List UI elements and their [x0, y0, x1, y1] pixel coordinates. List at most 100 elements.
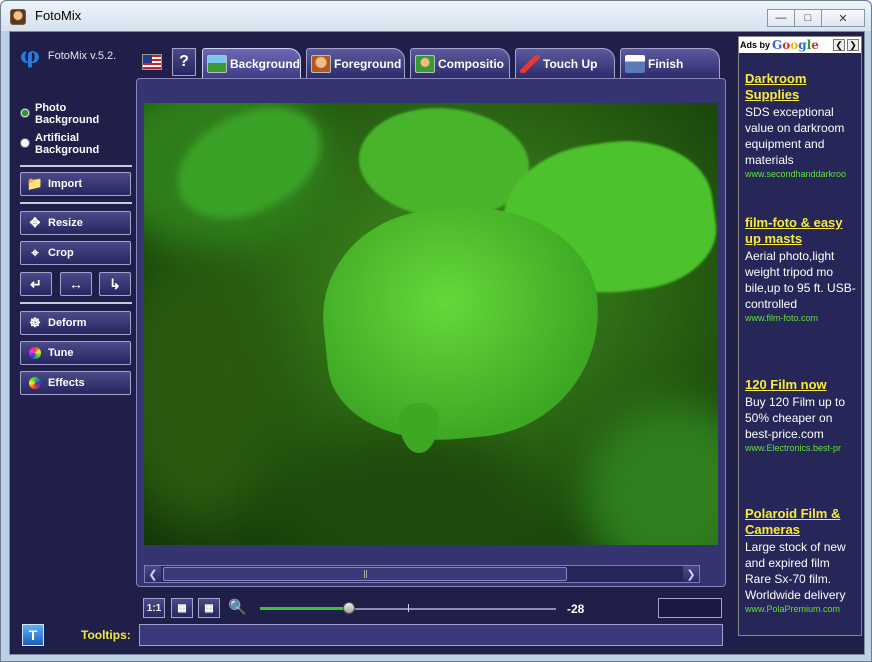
ad-title[interactable]: Polaroid Film & Cameras	[745, 506, 859, 538]
app-window: FotoMix — □ ✕ φ FotoMix v.5.2. ? Backgro…	[0, 0, 872, 662]
ad-description: Aerial photo,light weight tripod mo bile…	[745, 249, 856, 311]
grid-toggle-button[interactable]: ▦	[198, 598, 220, 618]
background-photo[interactable]	[144, 103, 718, 545]
radio-unselected[interactable]	[20, 138, 30, 148]
import-button[interactable]: 📁 Import	[20, 172, 131, 196]
tab-label: Background	[229, 56, 300, 71]
help-button[interactable]: ?	[172, 48, 196, 76]
divider	[20, 202, 132, 204]
divider	[20, 302, 132, 304]
ad-url[interactable]: www.secondhanddarkroo	[745, 168, 859, 180]
deform-button[interactable]: ☸ Deform	[20, 311, 131, 335]
rotate-left-icon: ↵	[30, 275, 42, 292]
zoom-value: -28	[567, 602, 585, 616]
ad-item[interactable]: Polaroid Film & Cameras Large stock of n…	[745, 506, 859, 615]
zoom-slider-fill	[260, 607, 349, 610]
zoom-preview-box	[658, 598, 722, 618]
ad-description: Large stock of new and expired film Rare…	[745, 540, 846, 602]
button-label: Tune	[48, 347, 74, 359]
maximize-button[interactable]: □	[794, 9, 822, 27]
ads-panel: Ads by Google ❮ ❯ Darkroom Supplies SDS e…	[738, 36, 862, 636]
close-button[interactable]: ✕	[821, 9, 865, 27]
ad-title[interactable]: 120 Film now	[745, 377, 859, 393]
us-flag-icon[interactable]	[142, 54, 162, 70]
folder-icon: 📁	[26, 176, 44, 191]
option-label: Artificial	[35, 132, 80, 144]
button-label: Import	[48, 178, 83, 190]
text-tool-button[interactable]: T	[22, 624, 44, 646]
zoom-slider-tick	[408, 604, 409, 612]
ads-header: Ads by Google ❮ ❯	[739, 37, 861, 53]
grip-icon	[364, 570, 367, 578]
option-label: Background	[35, 144, 100, 156]
google-logo[interactable]: Google	[772, 38, 819, 52]
artificial-background-option[interactable]: Artificial Background	[20, 132, 99, 156]
fotomix-logo-icon: φ	[20, 43, 40, 69]
scroll-left-icon[interactable]: ❮	[145, 566, 161, 582]
tab-label: Foreground	[334, 56, 402, 71]
crop-button[interactable]: ⌖ Crop	[20, 241, 131, 265]
grid-icon: ▦	[204, 602, 214, 614]
crop-icon: ⌖	[31, 245, 39, 260]
button-label: Deform	[48, 317, 87, 329]
flip-horizontal-button[interactable]: ↔	[60, 272, 92, 296]
client-area: φ FotoMix v.5.2. ? Background Foreground…	[9, 31, 865, 655]
tab-composition[interactable]: Compositio	[410, 48, 510, 78]
effects-icon	[26, 375, 44, 391]
fit-to-window-button[interactable]: ▦	[171, 598, 193, 618]
tab-foreground[interactable]: Foreground	[306, 48, 405, 78]
bokeh-blob	[144, 263, 284, 523]
actual-size-button[interactable]: 1:1	[143, 598, 165, 618]
option-label: Photo	[35, 102, 67, 114]
ad-url[interactable]: www.PolaPremium.com	[745, 603, 859, 615]
deform-icon: ☸	[29, 315, 41, 330]
ad-item[interactable]: Darkroom Supplies SDS exceptional value …	[745, 71, 859, 180]
tab-finish[interactable]: Finish	[620, 48, 720, 78]
ad-title[interactable]: Darkroom Supplies	[745, 71, 859, 103]
save-disk-icon	[625, 54, 645, 73]
ad-url[interactable]: www.Electronics.best-pr	[745, 442, 859, 454]
button-label: 1:1	[146, 602, 162, 614]
close-icon: ✕	[838, 12, 848, 25]
minimize-button[interactable]: —	[767, 9, 795, 27]
ad-item[interactable]: 120 Film now Buy 120 Film up to 50% chea…	[745, 377, 859, 454]
scroll-thumb[interactable]	[163, 567, 567, 581]
ad-description: SDS exceptional value on darkroom equipm…	[745, 105, 845, 167]
portrait-icon	[311, 54, 331, 73]
tooltips-label: Tooltips:	[81, 628, 131, 642]
button-label: Effects	[48, 377, 85, 389]
ads-next-icon[interactable]: ❯	[847, 39, 859, 51]
option-label: Background	[35, 114, 100, 126]
radio-selected[interactable]	[20, 108, 30, 118]
photo-background-option[interactable]: Photo Background	[20, 102, 99, 126]
maximize-icon: □	[804, 12, 812, 24]
resize-button[interactable]: ✥ Resize	[20, 211, 131, 235]
rotate-left-button[interactable]: ↵	[20, 272, 52, 296]
tab-background[interactable]: Background	[202, 48, 301, 78]
fit-window-icon: ▦	[177, 602, 187, 614]
ad-description: Buy 120 Film up to 50% cheaper on best-p…	[745, 395, 846, 441]
tab-touch-up[interactable]: Touch Up	[515, 48, 615, 78]
rotate-right-icon: ↳	[109, 275, 121, 292]
minimize-icon: —	[775, 12, 787, 24]
button-label: Resize	[48, 217, 83, 229]
title-bar: FotoMix — □ ✕	[1, 1, 871, 31]
ad-title[interactable]: film-foto & easy up masts	[745, 215, 859, 247]
flip-horizontal-icon: ↔	[69, 276, 83, 292]
tune-button[interactable]: Tune	[20, 341, 131, 365]
zoom-magnifier-icon: 🔍	[228, 599, 247, 616]
rotate-right-button[interactable]: ↳	[99, 272, 131, 296]
landscape-icon	[207, 54, 227, 73]
tooltips-field	[139, 624, 723, 646]
effects-button[interactable]: Effects	[20, 371, 131, 395]
ad-url[interactable]: www.film-foto.com	[745, 312, 859, 324]
scroll-right-icon[interactable]: ❯	[683, 566, 699, 582]
zoom-slider-knob[interactable]	[343, 602, 355, 614]
ads-by-label: Ads by	[740, 40, 771, 50]
ads-prev-icon[interactable]: ❮	[833, 39, 845, 51]
app-version: FotoMix v.5.2.	[47, 50, 117, 62]
move-arrows-icon: ✥	[29, 215, 41, 230]
ad-item[interactable]: film-foto & easy up masts Aerial photo,l…	[745, 215, 859, 324]
zoom-slider[interactable]	[260, 602, 556, 614]
horizontal-scrollbar[interactable]: ❮ ❯	[144, 565, 700, 583]
